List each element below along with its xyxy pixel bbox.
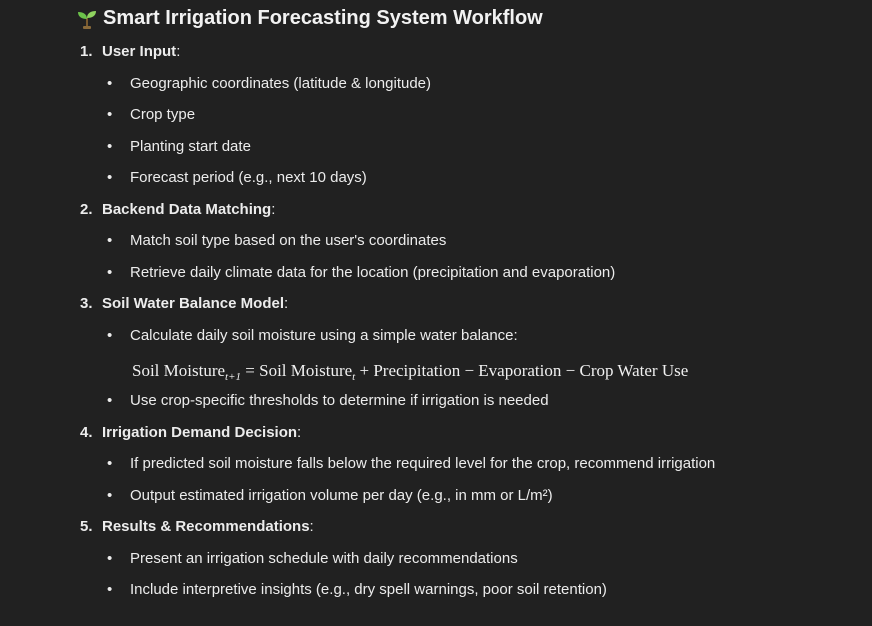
list-item: • Crop type <box>107 106 195 123</box>
list-item: • Match soil type based on the user's coo… <box>107 232 446 249</box>
section-heading-irrigation-demand-decision: 4. Irrigation Demand Decision: <box>80 424 301 441</box>
section-title: User Input <box>102 43 177 60</box>
section-number: 2. <box>80 201 93 218</box>
formula-minus: − <box>460 361 479 380</box>
list-item-text: If predicted soil moisture falls below t… <box>130 455 716 472</box>
section-colon: : <box>297 424 302 441</box>
list-item: • Retrieve daily climate data for the loc… <box>107 264 615 281</box>
list-item: • Forecast period (e.g., next 10 days) <box>107 169 367 186</box>
bullet-dot: • <box>107 550 113 567</box>
section-heading-soil-water-balance-model: 3. Soil Water Balance Model: <box>80 295 288 312</box>
bullet-dot: • <box>107 487 113 504</box>
formula-equals: = <box>241 361 260 380</box>
formula-evaporation: Evaporation <box>478 361 562 380</box>
workflow-document: Smart Irrigation Forecasting System Work… <box>0 0 872 626</box>
section-heading-backend-data-matching: 2. Backend Data Matching: <box>80 201 275 218</box>
bullet-dot: • <box>107 392 113 409</box>
list-item-text: Forecast period (e.g., next 10 days) <box>130 169 367 186</box>
bullet-dot: • <box>107 455 113 472</box>
list-item: • Output estimated irrigation volume per … <box>107 487 553 504</box>
section-heading-user-input: 1. User Input: <box>80 43 180 60</box>
formula-minus: − <box>561 361 580 380</box>
bullet-dot: • <box>107 138 113 155</box>
bullet-dot: • <box>107 327 113 344</box>
section-number: 4. <box>80 424 93 441</box>
list-item-text: Calculate daily soil moisture using a si… <box>130 327 518 344</box>
list-item: • If predicted soil moisture falls below … <box>107 455 715 472</box>
document-title: Smart Irrigation Forecasting System Work… <box>77 7 543 30</box>
bullet-dot: • <box>107 106 113 123</box>
list-item-text: Present an irrigation schedule with dail… <box>130 550 518 567</box>
formula-plus: + <box>355 361 374 380</box>
section-title: Results & Recommendations <box>102 518 310 535</box>
list-item: • Use crop-specific thresholds to determi… <box>107 392 549 409</box>
list-item-text: Crop type <box>130 106 196 123</box>
formula-lhs-subscript: t+1 <box>225 371 242 383</box>
list-item-text: Match soil type based on the user's coor… <box>130 232 447 249</box>
section-number: 3. <box>80 295 93 312</box>
list-item: • Planting start date <box>107 138 251 155</box>
list-item-text: Geographic coordinates (latitude & longi… <box>130 75 432 92</box>
section-title: Soil Water Balance Model <box>102 295 284 312</box>
title-text: Smart Irrigation Forecasting System Work… <box>103 7 543 29</box>
formula-rhs-term: Soil Moisture <box>259 361 353 380</box>
list-item: • Geographic coordinates (latitude & long… <box>107 75 431 92</box>
bullet-dot: • <box>107 581 113 598</box>
list-item-text: Retrieve daily climate data for the loca… <box>130 264 616 281</box>
section-number: 5. <box>80 518 93 535</box>
list-item-text: Planting start date <box>130 138 251 155</box>
section-colon: : <box>176 43 181 60</box>
list-item: • Calculate daily soil moisture using a s… <box>107 327 518 344</box>
list-item-text: Include interpretive insights (e.g., dry… <box>130 581 607 598</box>
seedling-icon <box>77 9 97 29</box>
section-colon: : <box>309 518 314 535</box>
section-colon: : <box>284 295 289 312</box>
formula-lhs: Soil Moisture <box>132 361 226 380</box>
section-colon: : <box>271 201 276 218</box>
section-heading-results-recommendations: 5. Results & Recommendations: <box>80 518 314 535</box>
bullet-dot: • <box>107 264 113 281</box>
section-title: Backend Data Matching <box>102 201 272 218</box>
bullet-dot: • <box>107 75 113 92</box>
formula-precipitation: Precipitation <box>373 361 461 380</box>
formula-crop-water-use: Crop Water Use <box>579 361 689 380</box>
list-item: • Present an irrigation schedule with dai… <box>107 550 518 567</box>
list-item: • Include interpretive insights (e.g., dr… <box>107 581 607 598</box>
section-number: 1. <box>80 43 93 60</box>
bullet-dot: • <box>107 232 113 249</box>
section-title: Irrigation Demand Decision <box>102 424 298 441</box>
list-item-text: Use crop-specific thresholds to determin… <box>130 392 549 409</box>
water-balance-formula: Soil Moisturet+1 = Soil Moisturet + Prec… <box>132 361 688 383</box>
bullet-dot: • <box>107 169 113 186</box>
list-item-text: Output estimated irrigation volume per d… <box>130 487 553 504</box>
